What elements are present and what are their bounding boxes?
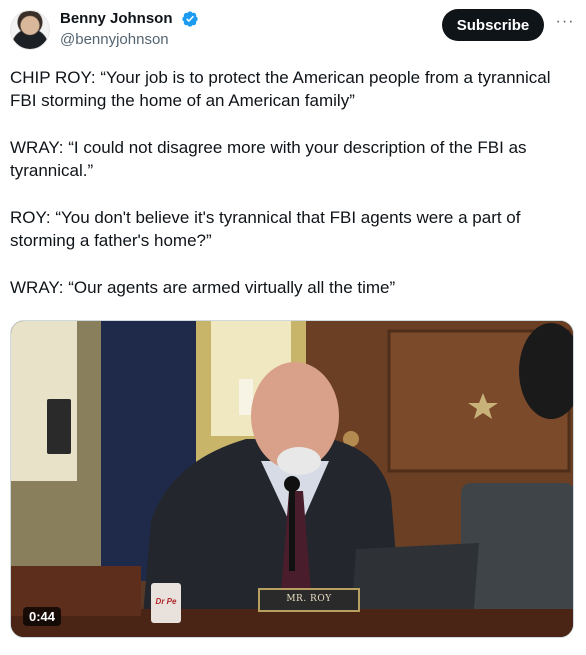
verified-badge-icon — [182, 11, 198, 27]
author-display-name[interactable]: Benny Johnson — [60, 10, 173, 28]
video-duration-badge: 0:44 — [23, 607, 62, 626]
author-name-row: Benny Johnson — [60, 10, 199, 28]
can-label: Dr Pe — [155, 597, 177, 606]
tweet-paragraph: WRAY: “Our agents are armed virtually al… — [10, 278, 396, 297]
subscribe-button[interactable]: Subscribe — [442, 9, 544, 41]
video-frame — [11, 321, 573, 637]
tweet-header: Benny Johnson @bennyjohnson Subscribe ··… — [0, 0, 586, 62]
nameplate-label: MR. ROY — [286, 594, 332, 604]
tweet-text: CHIP ROY: “Your job is to protect the Am… — [10, 66, 576, 323]
tweet-paragraph: CHIP ROY: “Your job is to protect the Am… — [10, 68, 551, 110]
tweet-paragraph: ROY: “You don't believe it's tyrannical … — [10, 208, 521, 250]
avatar[interactable] — [10, 10, 50, 50]
more-options-icon[interactable]: ··· — [555, 12, 575, 32]
video-player[interactable]: MR. ROY Dr Pe 0:44 — [10, 320, 574, 638]
tweet-paragraph: WRAY: “I could not disagree more with yo… — [10, 138, 527, 180]
author-handle[interactable]: @bennyjohnson — [60, 31, 169, 48]
